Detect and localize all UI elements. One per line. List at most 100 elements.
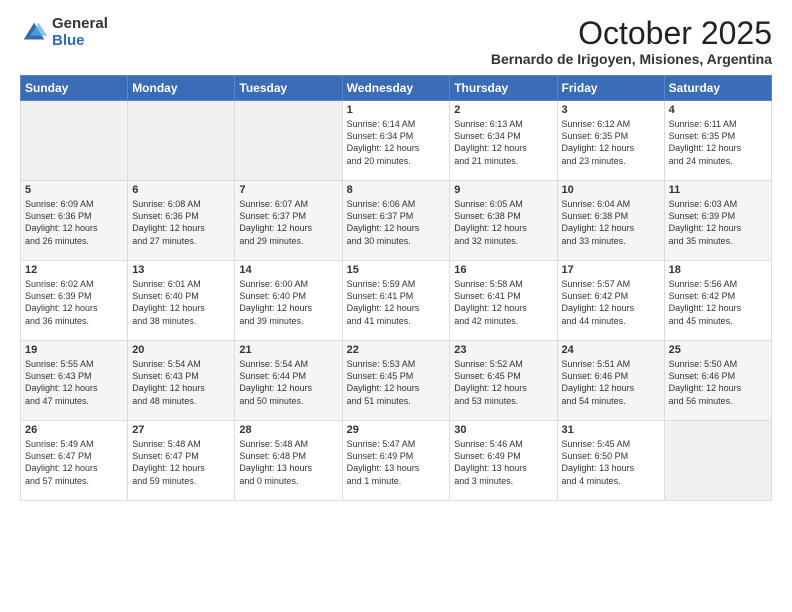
weekday-header: Thursday xyxy=(450,76,557,101)
calendar-cell: 23 Sunrise: 5:52 AM Sunset: 6:45 PM Dayli… xyxy=(450,341,557,421)
calendar-cell: 3 Sunrise: 6:12 AM Sunset: 6:35 PM Daylig… xyxy=(557,101,664,181)
day-number: 15 xyxy=(347,264,446,276)
day-number: 11 xyxy=(669,184,767,196)
cell-info: Sunrise: 6:13 AM Sunset: 6:34 PM Dayligh… xyxy=(454,118,552,167)
day-number: 13 xyxy=(132,264,230,276)
logo: General Blue xyxy=(20,16,108,49)
calendar-cell: 2Sunrise: 6:13 AM Sunset: 6:34 PM Daylig… xyxy=(450,101,557,181)
cell-info: Sunrise: 6:04 AM Sunset: 6:38 PM Dayligh… xyxy=(562,198,660,247)
day-number: 21 xyxy=(239,344,337,356)
day-number: 24 xyxy=(562,344,660,356)
cell-info: Sunrise: 5:59 AM Sunset: 6:41 PM Dayligh… xyxy=(347,278,446,327)
cell-info: Sunrise: 5:53 AM Sunset: 6:45 PM Dayligh… xyxy=(347,358,446,407)
calendar-cell: 21 Sunrise: 5:54 AM Sunset: 6:44 PM Dayli… xyxy=(235,341,342,421)
day-number: 27 xyxy=(132,424,230,436)
calendar-cell: 1 Sunrise: 6:14 AM Sunset: 6:34 PM Daylig… xyxy=(342,101,450,181)
day-number: 29 xyxy=(347,424,446,436)
day-number: 6 xyxy=(132,184,230,196)
title-block: October 2025 Bernardo de Irigoyen, Misio… xyxy=(491,16,772,67)
day-number: 31 xyxy=(562,424,660,436)
cell-info: Sunrise: 5:54 AM Sunset: 6:44 PM Dayligh… xyxy=(239,358,337,407)
logo-blue-text: Blue xyxy=(52,33,108,50)
calendar-cell: 8Sunrise: 6:06 AM Sunset: 6:37 PM Daylig… xyxy=(342,181,450,261)
day-number: 30 xyxy=(454,424,552,436)
day-number: 10 xyxy=(562,184,660,196)
day-number: 14 xyxy=(239,264,337,276)
day-number: 7 xyxy=(239,184,337,196)
day-number: 4 xyxy=(669,104,767,116)
day-number: 18 xyxy=(669,264,767,276)
calendar-cell: 15 Sunrise: 5:59 AM Sunset: 6:41 PM Dayli… xyxy=(342,261,450,341)
weekday-header: Saturday xyxy=(664,76,771,101)
calendar-cell: 28 Sunrise: 5:48 AM Sunset: 6:48 PM Dayli… xyxy=(235,421,342,501)
day-number: 17 xyxy=(562,264,660,276)
cell-info: Sunrise: 5:54 AM Sunset: 6:43 PM Dayligh… xyxy=(132,358,230,407)
day-number: 26 xyxy=(25,424,123,436)
calendar-cell: 10 Sunrise: 6:04 AM Sunset: 6:38 PM Dayli… xyxy=(557,181,664,261)
calendar-cell xyxy=(664,421,771,501)
calendar-cell: 4 Sunrise: 6:11 AM Sunset: 6:35 PM Daylig… xyxy=(664,101,771,181)
day-number: 12 xyxy=(25,264,123,276)
cell-info: Sunrise: 5:52 AM Sunset: 6:45 PM Dayligh… xyxy=(454,358,552,407)
cell-info: Sunrise: 6:05 AM Sunset: 6:38 PM Dayligh… xyxy=(454,198,552,247)
calendar-cell xyxy=(128,101,235,181)
calendar-cell: 6Sunrise: 6:08 AM Sunset: 6:36 PM Daylig… xyxy=(128,181,235,261)
cell-info: Sunrise: 5:51 AM Sunset: 6:46 PM Dayligh… xyxy=(562,358,660,407)
cell-info: Sunrise: 6:11 AM Sunset: 6:35 PM Dayligh… xyxy=(669,118,767,167)
cell-info: Sunrise: 6:12 AM Sunset: 6:35 PM Dayligh… xyxy=(562,118,660,167)
calendar-cell: 18 Sunrise: 5:56 AM Sunset: 6:42 PM Dayli… xyxy=(664,261,771,341)
cell-info: Sunrise: 5:55 AM Sunset: 6:43 PM Dayligh… xyxy=(25,358,123,407)
calendar-cell: 13Sunrise: 6:01 AM Sunset: 6:40 PM Dayli… xyxy=(128,261,235,341)
calendar-cell: 17 Sunrise: 5:57 AM Sunset: 6:42 PM Dayli… xyxy=(557,261,664,341)
day-number: 23 xyxy=(454,344,552,356)
calendar-cell: 11 Sunrise: 6:03 AM Sunset: 6:39 PM Dayli… xyxy=(664,181,771,261)
weekday-header: Friday xyxy=(557,76,664,101)
day-number: 1 xyxy=(347,104,446,116)
page-header: General Blue October 2025 Bernardo de Ir… xyxy=(20,16,772,67)
calendar-week-row: 1 Sunrise: 6:14 AM Sunset: 6:34 PM Daylig… xyxy=(21,101,772,181)
day-number: 5 xyxy=(25,184,123,196)
day-number: 16 xyxy=(454,264,552,276)
calendar-cell: 25 Sunrise: 5:50 AM Sunset: 6:46 PM Dayli… xyxy=(664,341,771,421)
day-number: 28 xyxy=(239,424,337,436)
calendar-cell: 29Sunrise: 5:47 AM Sunset: 6:49 PM Dayli… xyxy=(342,421,450,501)
calendar-header-row: SundayMondayTuesdayWednesdayThursdayFrid… xyxy=(21,76,772,101)
cell-info: Sunrise: 6:03 AM Sunset: 6:39 PM Dayligh… xyxy=(669,198,767,247)
calendar-cell: 27 Sunrise: 5:48 AM Sunset: 6:47 PM Dayli… xyxy=(128,421,235,501)
calendar-week-row: 5Sunrise: 6:09 AM Sunset: 6:36 PM Daylig… xyxy=(21,181,772,261)
calendar-cell: 16Sunrise: 5:58 AM Sunset: 6:41 PM Dayli… xyxy=(450,261,557,341)
calendar-cell: 5Sunrise: 6:09 AM Sunset: 6:36 PM Daylig… xyxy=(21,181,128,261)
day-number: 19 xyxy=(25,344,123,356)
cell-info: Sunrise: 5:48 AM Sunset: 6:47 PM Dayligh… xyxy=(132,438,230,487)
calendar-cell: 20Sunrise: 5:54 AM Sunset: 6:43 PM Dayli… xyxy=(128,341,235,421)
cell-info: Sunrise: 5:48 AM Sunset: 6:48 PM Dayligh… xyxy=(239,438,337,487)
calendar-week-row: 12Sunrise: 6:02 AM Sunset: 6:39 PM Dayli… xyxy=(21,261,772,341)
logo-general-text: General xyxy=(52,16,108,33)
cell-info: Sunrise: 5:57 AM Sunset: 6:42 PM Dayligh… xyxy=(562,278,660,327)
day-number: 3 xyxy=(562,104,660,116)
weekday-header: Wednesday xyxy=(342,76,450,101)
location-subtitle: Bernardo de Irigoyen, Misiones, Argentin… xyxy=(491,51,772,67)
day-number: 25 xyxy=(669,344,767,356)
calendar-cell: 7 Sunrise: 6:07 AM Sunset: 6:37 PM Daylig… xyxy=(235,181,342,261)
calendar-week-row: 19 Sunrise: 5:55 AM Sunset: 6:43 PM Dayli… xyxy=(21,341,772,421)
calendar-cell: 22 Sunrise: 5:53 AM Sunset: 6:45 PM Dayli… xyxy=(342,341,450,421)
cell-info: Sunrise: 5:45 AM Sunset: 6:50 PM Dayligh… xyxy=(562,438,660,487)
cell-info: Sunrise: 6:14 AM Sunset: 6:34 PM Dayligh… xyxy=(347,118,446,167)
calendar-cell: 12Sunrise: 6:02 AM Sunset: 6:39 PM Dayli… xyxy=(21,261,128,341)
logo-icon xyxy=(20,19,48,47)
calendar-cell: 19 Sunrise: 5:55 AM Sunset: 6:43 PM Dayli… xyxy=(21,341,128,421)
calendar-cell xyxy=(21,101,128,181)
day-number: 22 xyxy=(347,344,446,356)
cell-info: Sunrise: 5:56 AM Sunset: 6:42 PM Dayligh… xyxy=(669,278,767,327)
calendar-week-row: 26Sunrise: 5:49 AM Sunset: 6:47 PM Dayli… xyxy=(21,421,772,501)
calendar-cell: 14 Sunrise: 6:00 AM Sunset: 6:40 PM Dayli… xyxy=(235,261,342,341)
cell-info: Sunrise: 5:46 AM Sunset: 6:49 PM Dayligh… xyxy=(454,438,552,487)
cell-info: Sunrise: 6:00 AM Sunset: 6:40 PM Dayligh… xyxy=(239,278,337,327)
cell-info: Sunrise: 6:07 AM Sunset: 6:37 PM Dayligh… xyxy=(239,198,337,247)
calendar-table: SundayMondayTuesdayWednesdayThursdayFrid… xyxy=(20,75,772,501)
cell-info: Sunrise: 5:50 AM Sunset: 6:46 PM Dayligh… xyxy=(669,358,767,407)
calendar-cell: 31 Sunrise: 5:45 AM Sunset: 6:50 PM Dayli… xyxy=(557,421,664,501)
day-number: 9 xyxy=(454,184,552,196)
calendar-cell: 26Sunrise: 5:49 AM Sunset: 6:47 PM Dayli… xyxy=(21,421,128,501)
